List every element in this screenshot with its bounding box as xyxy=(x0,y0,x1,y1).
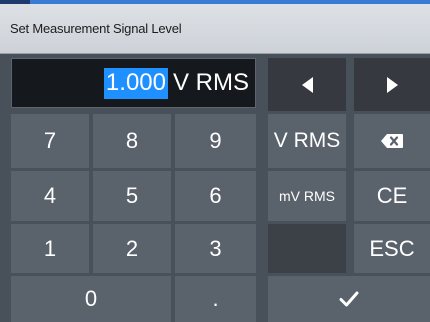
dialog-titlebar: Set Measurement Signal Level xyxy=(0,4,430,54)
digit-3-button[interactable]: 3 xyxy=(175,224,256,273)
clear-entry-button[interactable]: CE xyxy=(354,171,430,221)
digit-0-button[interactable]: 0 xyxy=(11,276,171,322)
digit-6-button[interactable]: 6 xyxy=(175,171,256,221)
backspace-button[interactable] xyxy=(354,114,430,168)
enter-button[interactable] xyxy=(268,276,430,322)
digit-8-button[interactable]: 8 xyxy=(93,114,171,168)
unit-mv-rms-button[interactable]: mV RMS xyxy=(268,171,346,221)
dialog-title: Set Measurement Signal Level xyxy=(10,21,182,36)
digit-1-button[interactable]: 1 xyxy=(11,224,89,273)
decimal-point-button[interactable]: . xyxy=(175,276,256,322)
backspace-icon xyxy=(381,134,403,148)
value-unit: V RMS xyxy=(172,69,249,96)
empty-key-slot xyxy=(268,224,346,273)
value-display[interactable]: 1.000 V RMS xyxy=(11,58,256,108)
digit-2-button[interactable]: 2 xyxy=(93,224,171,273)
checkmark-icon xyxy=(339,291,359,307)
digit-5-button[interactable]: 5 xyxy=(93,171,171,221)
cursor-right-button[interactable] xyxy=(354,58,430,111)
escape-button[interactable]: ESC xyxy=(354,224,430,273)
unit-v-rms-button[interactable]: V RMS xyxy=(268,114,346,168)
digit-9-button[interactable]: 9 xyxy=(175,114,256,168)
right-arrow-icon xyxy=(386,76,398,93)
selected-value[interactable]: 1.000 xyxy=(103,67,168,99)
left-arrow-icon xyxy=(301,76,313,93)
cursor-left-button[interactable] xyxy=(268,58,346,111)
numeric-entry-dialog: Set Measurement Signal Level 1.000 V RMS… xyxy=(0,4,430,322)
digit-7-button[interactable]: 7 xyxy=(11,114,89,168)
digit-4-button[interactable]: 4 xyxy=(11,171,89,221)
